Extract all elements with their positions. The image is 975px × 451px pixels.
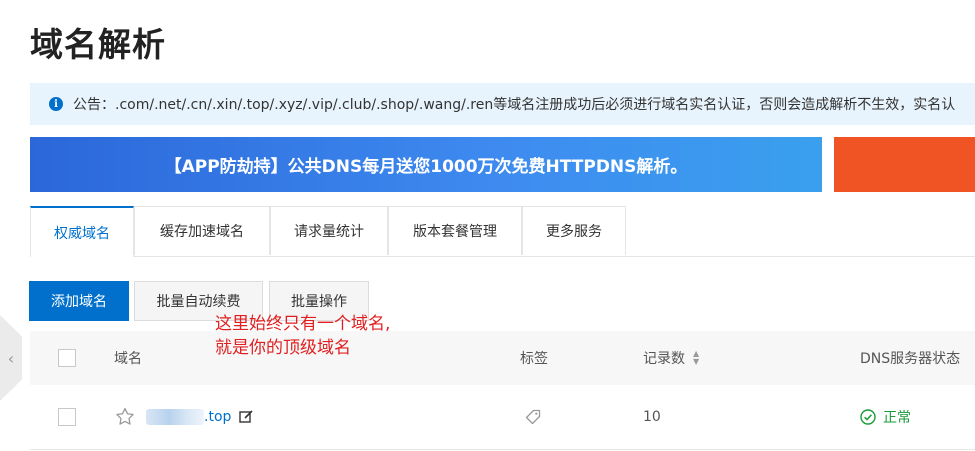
star-icon[interactable] (114, 406, 136, 428)
column-tag: 标签 (520, 351, 548, 367)
collapse-handle[interactable]: ‹ (0, 315, 22, 401)
promo-banner[interactable]: 【APP防劫持】公共DNS每月送您1000万次免费HTTPDNS解析。 (30, 137, 822, 192)
select-all-checkbox[interactable] (58, 349, 76, 367)
promo-banner-text: 【APP防劫持】公共DNS每月送您1000万次免费HTTPDNS解析。 (164, 157, 688, 177)
records-count[interactable]: 10 (643, 385, 661, 449)
promo-banner-secondary[interactable] (834, 137, 975, 192)
notice-text: 公告：.com/.net/.cn/.xin/.top/.xyz/.vip/.cl… (73, 97, 956, 113)
domain-cell: .top (114, 385, 254, 449)
row-checkbox[interactable] (58, 408, 76, 426)
tab-cache-acceleration[interactable]: 缓存加速域名 (134, 206, 270, 255)
page-title: 域名解析 (30, 25, 166, 64)
info-icon: i (49, 97, 63, 111)
edit-icon[interactable] (238, 409, 254, 425)
column-domain: 域名 (114, 351, 142, 367)
annotation-line-1: 这里始终只有一个域名, (215, 314, 391, 334)
column-records[interactable]: 记录数 ▲ ▼ (643, 331, 699, 385)
table-header: 域名 标签 记录数 ▲ ▼ DNS服务器状态 (30, 331, 975, 385)
tab-more-services[interactable]: 更多服务 (522, 206, 626, 255)
dns-status-text: 正常 (883, 410, 911, 426)
annotation-line-2: 就是你的顶级域名 (215, 338, 351, 358)
table-row: .top 10 正常 (30, 385, 975, 450)
tab-bar: 权威域名 缓存加速域名 请求量统计 版本套餐管理 更多服务 (30, 206, 975, 257)
tab-authoritative-domains[interactable]: 权威域名 (30, 206, 134, 257)
tag-icon[interactable] (524, 408, 542, 426)
domain-link[interactable]: .top (204, 409, 231, 425)
column-dns-status: DNS服务器状态 (860, 351, 961, 367)
sort-icon[interactable]: ▲ ▼ (693, 350, 699, 366)
add-domain-button[interactable]: 添加域名 (29, 281, 129, 321)
red-annotation: 这里始终只有一个域名, 就是你的顶级域名 (215, 312, 390, 360)
tab-request-stats[interactable]: 请求量统计 (270, 206, 388, 255)
redacted-domain-name[interactable] (146, 409, 204, 425)
dns-status-cell: 正常 (860, 385, 911, 449)
column-records-label: 记录数 (643, 351, 685, 367)
tag-cell (524, 385, 542, 449)
check-circle-icon (860, 409, 876, 425)
notice-bar: i 公告：.com/.net/.cn/.xin/.top/.xyz/.vip/.… (30, 83, 975, 125)
chevron-left-icon: ‹ (7, 348, 15, 368)
tab-plan-management[interactable]: 版本套餐管理 (388, 206, 522, 255)
